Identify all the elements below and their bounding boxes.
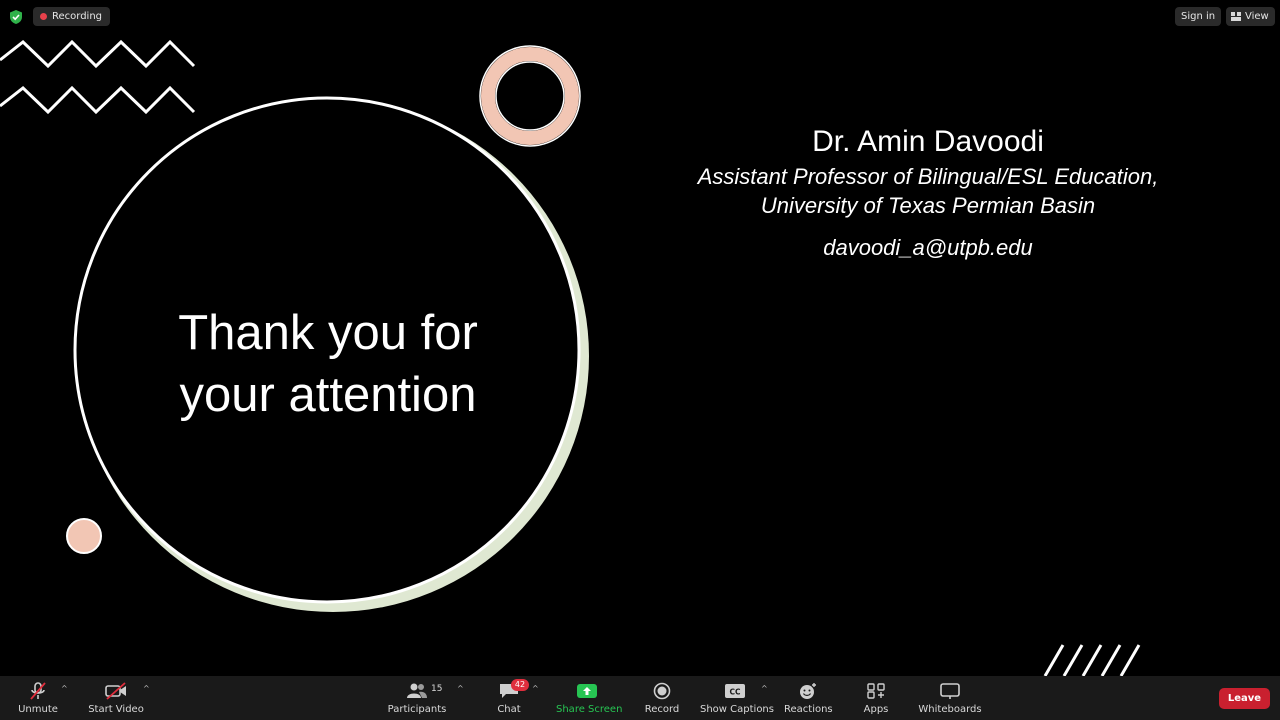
zigzag-line-top — [0, 39, 196, 69]
whiteboards-label: Whiteboards — [918, 704, 982, 715]
thank-you-heading: Thank you for your attention — [110, 302, 546, 426]
thanks-line-1: Thank you for — [178, 306, 478, 360]
audio-options-caret-icon[interactable]: ^ — [61, 684, 68, 693]
start-video-button[interactable]: Start Video — [86, 676, 146, 720]
participants-caret-icon[interactable]: ^ — [457, 684, 464, 693]
record-button[interactable]: Record — [640, 676, 684, 720]
participants-count: 15 — [431, 684, 443, 694]
participants-button[interactable]: 15 Participants — [387, 676, 447, 720]
show-captions-label: Show Captions — [700, 704, 774, 715]
sign-in-label: Sign in — [1181, 11, 1216, 22]
chat-button[interactable]: 42 Chat — [489, 676, 529, 720]
meeting-top-bar: Recording Sign in View — [0, 0, 1280, 32]
leave-label: Leave — [1227, 693, 1262, 704]
start-video-label: Start Video — [88, 704, 144, 715]
apps-label: Apps — [863, 704, 889, 715]
zigzag-line-bottom — [0, 85, 196, 115]
chat-unread-badge: 42 — [511, 679, 529, 691]
whiteboard-icon — [940, 683, 960, 699]
video-options-caret-icon[interactable]: ^ — [143, 684, 150, 693]
whiteboards-button[interactable]: Whiteboards — [918, 676, 982, 720]
speaker-title: Assistant Professor of Bilingual/ESL Edu… — [697, 164, 1159, 189]
peach-dot — [66, 518, 102, 554]
participants-icon — [407, 683, 427, 698]
show-captions-button[interactable]: CC Show Captions — [700, 676, 774, 720]
speaker-organization: University of Texas Permian Basin — [760, 193, 1096, 218]
view-label: View — [1245, 11, 1269, 22]
closed-captions-icon: CC — [725, 684, 745, 698]
view-button[interactable]: View — [1226, 7, 1275, 26]
record-label: Record — [644, 704, 680, 715]
recording-indicator[interactable]: Recording — [33, 7, 111, 26]
reactions-label: Reactions — [784, 704, 833, 715]
reactions-smiley-icon — [800, 683, 816, 699]
apps-icon — [867, 683, 885, 699]
share-screen-icon — [577, 684, 597, 698]
unmute-button[interactable]: Unmute — [10, 676, 66, 720]
share-screen-label: Share Screen — [556, 704, 623, 715]
recording-dot-icon — [40, 13, 47, 20]
slash-lines — [1043, 644, 1141, 676]
meeting-toolbar: Unmute ^ Start Video ^ 15 Participants ^… — [0, 676, 1280, 720]
unmute-label: Unmute — [18, 704, 58, 715]
captions-caret-icon[interactable]: ^ — [761, 684, 768, 693]
share-screen-button[interactable]: Share Screen — [556, 676, 623, 720]
speaker-email: davoodi_a@utpb.edu — [823, 235, 1033, 260]
sign-in-button[interactable]: Sign in — [1175, 7, 1222, 26]
record-icon — [653, 682, 671, 700]
peach-ring-inner-outline — [495, 61, 565, 131]
reactions-button[interactable]: Reactions — [784, 676, 833, 720]
shared-slide: Thank you for your attention Dr. Amin Da… — [0, 32, 1280, 676]
thanks-line-2: your attention — [179, 368, 477, 422]
apps-button[interactable]: Apps — [858, 676, 894, 720]
chat-caret-icon[interactable]: ^ — [532, 684, 539, 693]
speaker-info: Dr. Amin Davoodi Assistant Professor of … — [640, 122, 1216, 262]
peach-ring — [481, 47, 579, 145]
muted-microphone-icon — [30, 682, 46, 700]
video-off-icon — [105, 682, 126, 700]
grid-view-icon — [1231, 12, 1241, 21]
participants-label: Participants — [387, 704, 447, 715]
svg-text:CC: CC — [729, 688, 741, 697]
chat-label: Chat — [497, 704, 521, 715]
speaker-name: Dr. Amin Davoodi — [812, 125, 1044, 158]
security-shield-icon[interactable] — [8, 9, 24, 25]
recording-label: Recording — [52, 11, 103, 22]
leave-button[interactable]: Leave — [1219, 688, 1270, 709]
